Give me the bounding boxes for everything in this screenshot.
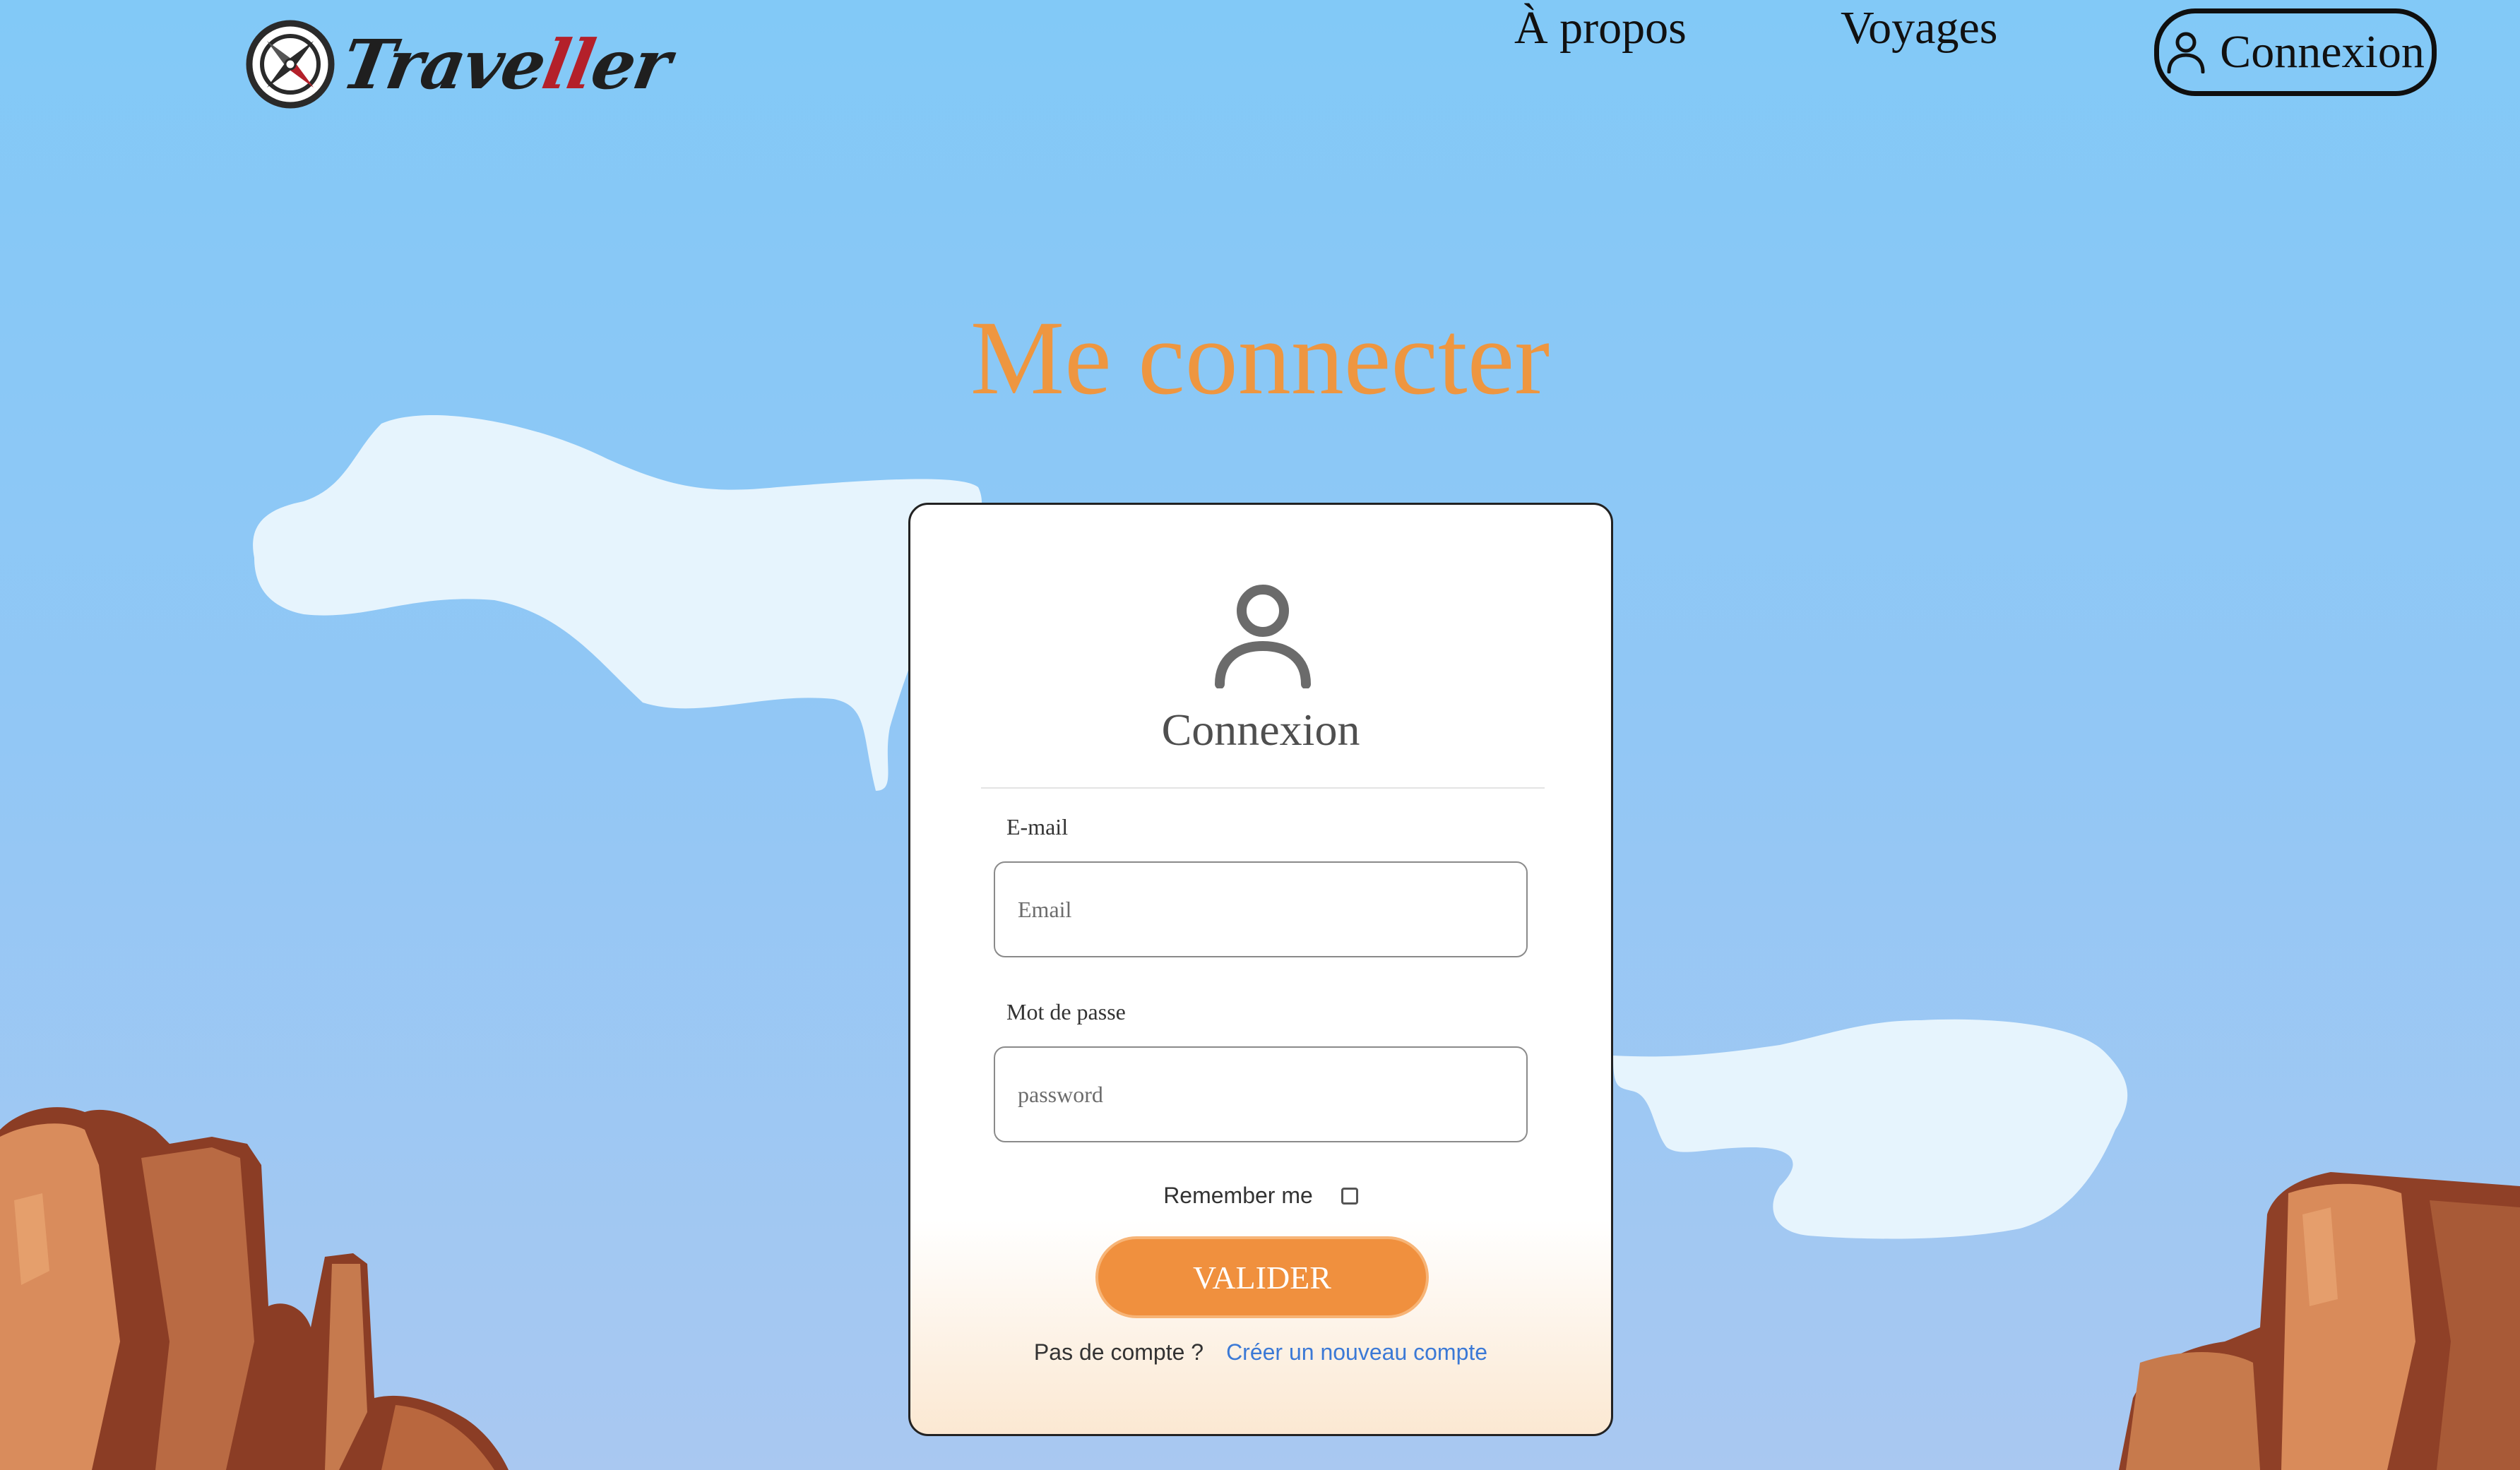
brand-name-end: er: [586, 24, 676, 104]
page-background: Traveller À propos Voyages Connexion Me …: [0, 0, 2520, 1470]
remember-me-label: Remember me: [1163, 1183, 1313, 1208]
no-account-text: Pas de compte ?: [1033, 1339, 1204, 1365]
remember-me-row: Remember me: [910, 1183, 1611, 1209]
nav-trips[interactable]: Voyages: [1841, 1, 1997, 55]
page-title: Me connecter: [970, 299, 1550, 417]
login-card: Connexion E-mail Mot de passe Remember m…: [908, 503, 1613, 1436]
nav-login-label: Connexion: [2220, 26, 2425, 78]
signup-row: Pas de compte ? Créer un nouveau compte: [910, 1339, 1611, 1366]
create-account-link[interactable]: Créer un nouveau compte: [1226, 1339, 1487, 1366]
password-label: Mot de passe: [1006, 999, 1126, 1024]
user-avatar-icon: [1215, 585, 1311, 688]
password-field[interactable]: [994, 1046, 1528, 1142]
user-icon: [2167, 32, 2205, 73]
compass-icon: [246, 20, 335, 109]
email-field[interactable]: [994, 861, 1528, 957]
nav-about[interactable]: À propos: [1514, 1, 1687, 55]
cloud-left: [253, 415, 982, 791]
cloud-right: [1613, 1019, 2128, 1239]
nav-login-button[interactable]: Connexion: [2154, 8, 2437, 96]
brand-name: Traveller: [336, 25, 676, 104]
rock-formation-right: [2119, 1172, 2520, 1470]
submit-button[interactable]: VALIDER: [1095, 1236, 1429, 1318]
rock-formation-left: [0, 1107, 509, 1470]
brand-logo[interactable]: Traveller: [246, 18, 676, 110]
card-divider: [981, 787, 1545, 789]
brand-name-part: Trave: [336, 24, 552, 104]
remember-me-checkbox[interactable]: [1341, 1187, 1358, 1205]
card-title: Connexion: [1161, 705, 1360, 755]
email-label: E-mail: [1006, 814, 1069, 839]
